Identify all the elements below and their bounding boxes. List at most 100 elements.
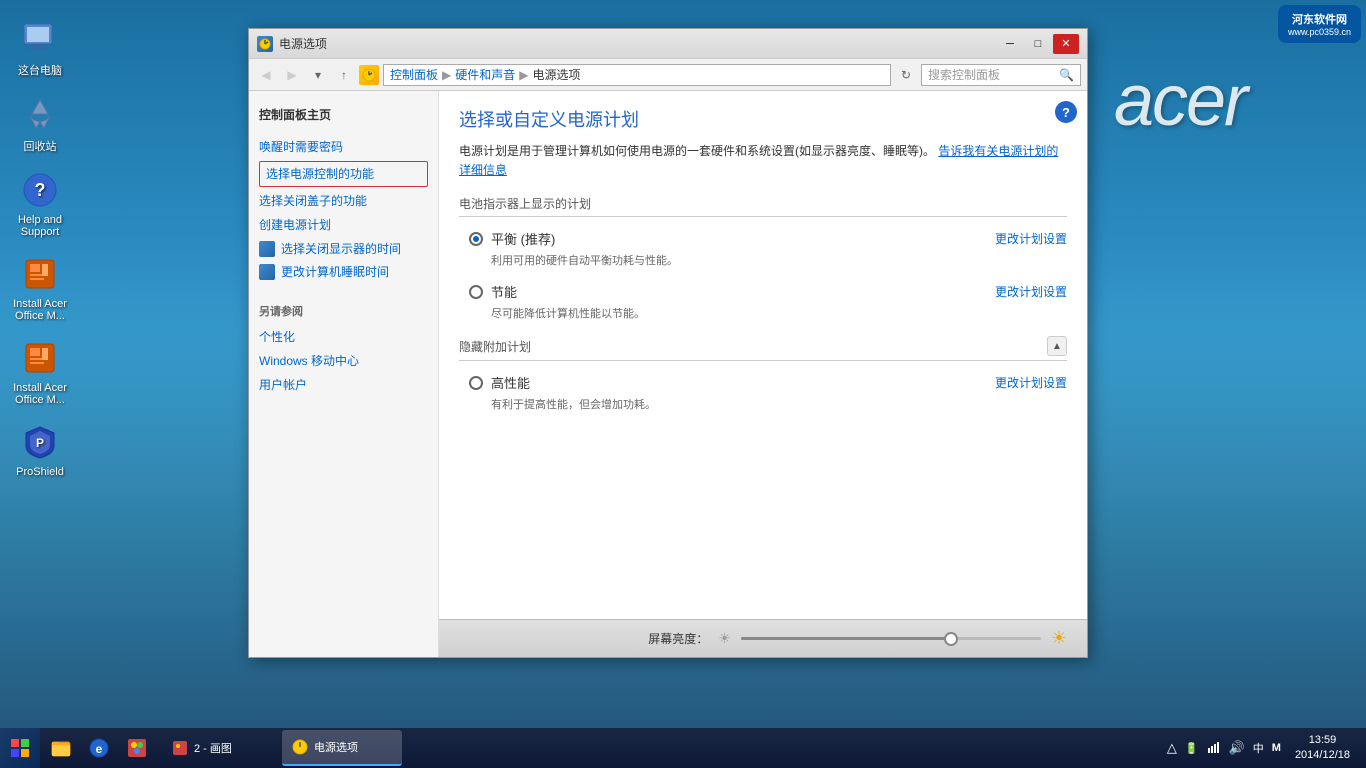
up-button[interactable]: ↑ xyxy=(333,64,355,86)
sidebar-link-create-plan[interactable]: 创建电源计划 xyxy=(259,213,428,237)
main-content: ? 选择或自定义电源计划 电源计划是用于管理计算机如何使用电源的一套硬件和系统设… xyxy=(439,91,1087,657)
plan-balanced-change[interactable]: 更改计划设置 xyxy=(995,230,1067,247)
also-see-heading: 另请参阅 xyxy=(259,303,428,319)
power-options-window: 电源选项 ─ □ ✕ ◀ ▶ ▾ ↑ 控制面板 ▶ 硬件和声音 ▶ 电源选项 xyxy=(248,28,1088,658)
desktop-icon-this-pc[interactable]: 这台电脑 xyxy=(0,10,80,86)
desktop-icon-recycle[interactable]: 回收站 xyxy=(0,86,80,162)
sidebar-link-personalize[interactable]: 个性化 xyxy=(259,325,428,349)
plan-high-perf-name: 高性能 xyxy=(491,373,530,392)
path-item-2[interactable]: 硬件和声音 xyxy=(455,66,515,83)
dropdown-button[interactable]: ▾ xyxy=(307,64,329,86)
window-icon xyxy=(257,36,273,52)
icon-label-this-pc: 这台电脑 xyxy=(18,62,62,78)
start-button[interactable] xyxy=(0,728,40,768)
task-paint-label: 2 - 画图 xyxy=(194,740,232,756)
main-title: 选择或自定义电源计划 xyxy=(459,106,1067,132)
desktop-icon-office2[interactable]: Install Acer Office M... xyxy=(0,330,80,414)
systray-ime-mode[interactable]: M xyxy=(1270,740,1283,756)
path-sep-1: ▶ xyxy=(442,68,451,82)
clock-time: 13:59 xyxy=(1295,733,1350,748)
path-item-1[interactable]: 控制面板 xyxy=(390,66,438,83)
plan-power-saver: 节能 更改计划设置 尽可能降低计算机性能以节能。 xyxy=(459,282,1067,321)
website-line1: 河东软件网 xyxy=(1288,11,1351,27)
desktop-icon-office1[interactable]: Install Acer Office M... xyxy=(0,246,80,330)
help-button[interactable]: ? xyxy=(1055,101,1077,123)
icon-label-recycle: 回收站 xyxy=(24,138,57,154)
sun-dim-icon: ☀ xyxy=(718,630,731,647)
window-body: 控制面板主页 唤醒时需要密码 选择电源控制的功能 选择关闭盖子的功能 创建电源计… xyxy=(249,91,1087,657)
back-button[interactable]: ◀ xyxy=(255,64,277,86)
systray-battery[interactable]: 🔋 xyxy=(1183,740,1201,757)
taskbar-pinned: e xyxy=(40,728,158,768)
sidebar-link-sleep-time[interactable]: 更改计算机睡眠时间 xyxy=(259,260,428,283)
icon-label-office2: Install Acer Office M... xyxy=(13,382,67,406)
plan-power-saver-change[interactable]: 更改计划设置 xyxy=(995,283,1067,300)
slider-fill xyxy=(741,637,951,640)
path-sep-2: ▶ xyxy=(519,68,528,82)
systray-clock[interactable]: 13:59 2014/12/18 xyxy=(1287,733,1358,764)
clock-date: 2014/12/18 xyxy=(1295,748,1350,763)
address-bar: ◀ ▶ ▾ ↑ 控制面板 ▶ 硬件和声音 ▶ 电源选项 ↻ 搜索控制面板 🔍 xyxy=(249,59,1087,91)
systray-network[interactable] xyxy=(1205,738,1223,759)
acer-logo: acer xyxy=(1114,60,1246,142)
radio-balanced[interactable] xyxy=(469,232,483,246)
minimize-button[interactable]: ─ xyxy=(997,34,1023,54)
main-description: 电源计划是用于管理计算机如何使用电源的一套硬件和系统设置(如显示器亮度、睡眠等)… xyxy=(459,142,1067,180)
taskbar-btn-paint[interactable] xyxy=(119,730,155,766)
hidden-plans-header: 隐藏附加计划 ▲ xyxy=(459,336,1067,361)
desktop-icon-help[interactable]: ? Help and Support xyxy=(0,162,80,246)
forward-button[interactable]: ▶ xyxy=(281,64,303,86)
proshield-icon: P xyxy=(20,422,60,462)
desktop-icon-proshield[interactable]: P ProShield xyxy=(0,414,80,486)
hidden-plans-section: 隐藏附加计划 ▲ 高性能 更改计划设置 有利于提高性能，但会增加功耗。 xyxy=(459,336,1067,412)
brightness-label: 屏幕亮度： xyxy=(648,630,708,647)
taskbar-btn-ie[interactable]: e xyxy=(81,730,117,766)
sidebar-link-user-accounts[interactable]: 用户帐户 xyxy=(259,373,428,397)
nav-sidebar: 控制面板主页 唤醒时需要密码 选择电源控制的功能 选择关闭盖子的功能 创建电源计… xyxy=(249,91,439,657)
task-power[interactable]: 电源选项 xyxy=(282,730,402,766)
plan-balanced-desc: 利用可用的硬件自动平衡功耗与性能。 xyxy=(491,252,1067,268)
chevron-up-icon[interactable]: ▲ xyxy=(1047,336,1067,356)
icon-label-help: Help and Support xyxy=(18,214,62,238)
brightness-slider[interactable] xyxy=(741,637,1041,640)
sleep-icon xyxy=(259,264,275,280)
radio-high-perf[interactable] xyxy=(469,376,483,390)
sidebar-link-mobility[interactable]: Windows 移动中心 xyxy=(259,349,428,373)
svg-text:e: e xyxy=(96,742,103,756)
taskbar-btn-explorer[interactable] xyxy=(43,730,79,766)
sidebar-link-power-button[interactable]: 选择电源控制的功能 xyxy=(259,161,428,187)
close-button[interactable]: ✕ xyxy=(1053,34,1079,54)
plan-high-perf-desc: 有利于提高性能，但会增加功耗。 xyxy=(491,396,1067,412)
radio-power-saver[interactable] xyxy=(469,285,483,299)
recycle-icon xyxy=(20,94,60,134)
display-icon xyxy=(259,241,275,257)
systray-expand[interactable]: △ xyxy=(1165,738,1179,758)
plan-high-perf-change[interactable]: 更改计划设置 xyxy=(995,374,1067,391)
sidebar-link-display-time[interactable]: 选择关闭显示器的时间 xyxy=(259,237,428,260)
sidebar-heading: 控制面板主页 xyxy=(259,106,428,123)
address-path[interactable]: 控制面板 ▶ 硬件和声音 ▶ 电源选项 xyxy=(383,64,891,86)
systray-ime-lang[interactable]: 中 xyxy=(1251,738,1266,758)
slider-track xyxy=(741,637,1041,640)
website-line2: www.pc0359.cn xyxy=(1288,27,1351,37)
refresh-button[interactable]: ↻ xyxy=(895,64,917,86)
office2-icon xyxy=(20,338,60,378)
address-search[interactable]: 搜索控制面板 🔍 xyxy=(921,64,1081,86)
plan-power-saver-name: 节能 xyxy=(491,282,517,301)
sun-bright-icon: ☀ xyxy=(1051,628,1067,649)
icon-label-office1: Install Acer Office M... xyxy=(13,298,67,322)
systray-volume[interactable]: 🔊 xyxy=(1227,738,1247,758)
maximize-button[interactable]: □ xyxy=(1025,34,1051,54)
slider-thumb[interactable] xyxy=(944,632,958,646)
sidebar-link-wakeup[interactable]: 唤醒时需要密码 xyxy=(259,135,428,159)
search-placeholder: 搜索控制面板 xyxy=(928,66,1059,83)
task-power-label: 电源选项 xyxy=(314,739,358,755)
website-badge: 河东软件网 www.pc0359.cn xyxy=(1278,5,1361,43)
address-right-controls: ↻ xyxy=(895,64,917,86)
window-title: 电源选项 xyxy=(279,35,997,52)
window-titlebar: 电源选项 ─ □ ✕ xyxy=(249,29,1087,59)
plan-power-saver-header: 节能 更改计划设置 xyxy=(469,282,1067,301)
task-paint[interactable]: 2 - 画图 xyxy=(162,730,282,766)
help-icon: ? xyxy=(20,170,60,210)
sidebar-link-close-lid[interactable]: 选择关闭盖子的功能 xyxy=(259,189,428,213)
